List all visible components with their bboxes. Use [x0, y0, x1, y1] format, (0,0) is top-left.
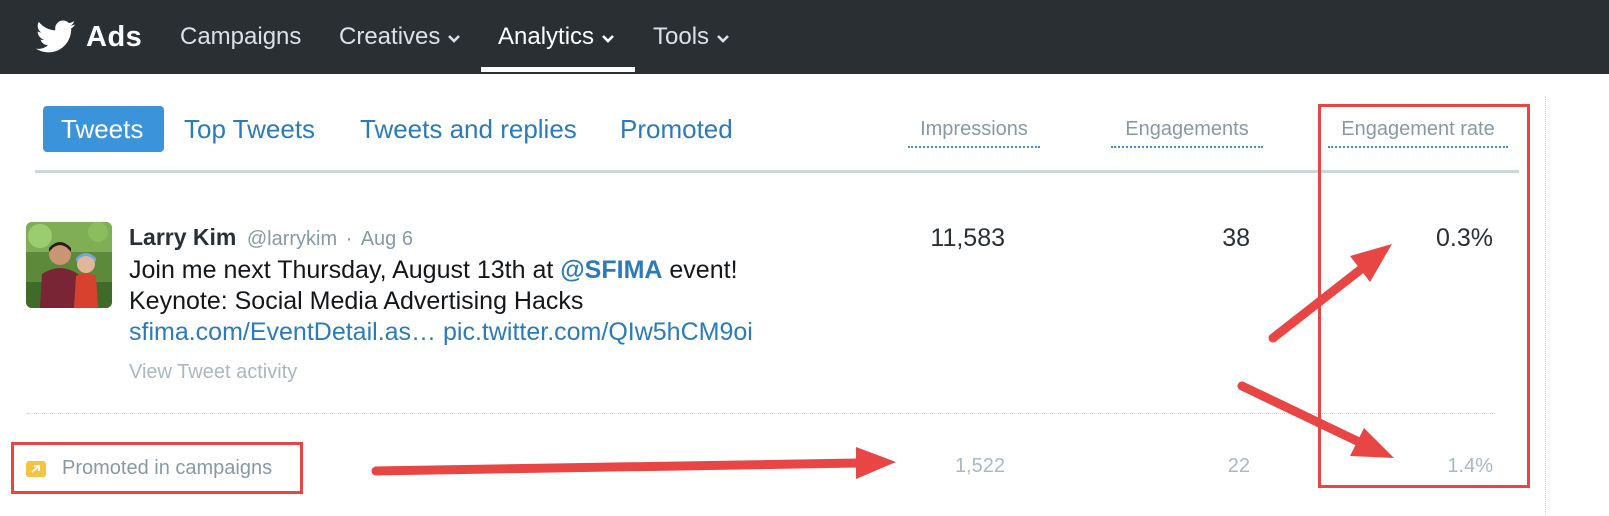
column-header-impressions[interactable]: Impressions — [908, 118, 1040, 148]
promoted-impressions-value: 1,522 — [954, 455, 1005, 477]
tab-tweets-and-replies[interactable]: Tweets and replies — [360, 106, 577, 152]
tab-promoted-label: Promoted — [620, 113, 733, 144]
tweet-engagements-value: 38 — [1222, 224, 1250, 252]
avatar-photo — [26, 222, 112, 308]
nav-analytics-label: Analytics — [498, 23, 595, 50]
pic-link[interactable]: pic.twitter.com/QIw5hCM9oi — [443, 318, 753, 346]
tab-tweets[interactable]: Tweets — [43, 106, 164, 152]
nav-tools-label: Tools — [653, 23, 710, 50]
tab-tweets-and-replies-label: Tweets and replies — [360, 113, 577, 144]
tweet-text-tail: event! — [669, 256, 738, 284]
tab-top-tweets[interactable]: Top Tweets — [184, 106, 315, 152]
nav-campaigns[interactable]: Campaigns — [180, 0, 301, 74]
header-divider — [35, 170, 1519, 173]
tweet-text-line-2: Keynote: Social Media Advertising Hacks — [129, 287, 584, 315]
twitter-bird-icon — [36, 20, 76, 53]
tweet-date[interactable]: Aug 6 — [361, 228, 413, 250]
tweet-text: Join me next Thursday, August 13th at — [129, 256, 554, 284]
ads-home-link[interactable]: Ads — [36, 16, 142, 58]
brand-label: Ads — [86, 20, 143, 53]
tweet-impressions-value: 11,583 — [930, 224, 1005, 252]
chevron-down-icon — [602, 35, 614, 43]
view-tweet-activity-link[interactable]: View Tweet activity — [129, 361, 297, 384]
nav-analytics[interactable]: Analytics — [498, 0, 615, 74]
column-header-engagements[interactable]: Engagements — [1111, 118, 1263, 148]
nav-campaigns-label: Campaigns — [180, 23, 302, 50]
active-nav-indicator — [481, 67, 635, 72]
tweet-text-line-3: sfima.com/EventDetail.as… pic.twitter.co… — [129, 318, 753, 347]
arrow-to-promoted-impressions — [371, 447, 896, 479]
tab-top-tweets-label: Top Tweets — [184, 113, 316, 144]
chevron-down-icon — [717, 35, 729, 43]
mention-link[interactable]: @SFIMA — [560, 256, 662, 284]
separator-dot: · — [345, 228, 353, 250]
top-navigation-bar: Ads Campaigns Creatives Analytics Tools — [0, 0, 1609, 74]
nav-creatives-label: Creatives — [339, 23, 441, 50]
avatar[interactable] — [26, 222, 112, 308]
nav-creatives[interactable]: Creatives — [339, 0, 461, 74]
engagement-rate-highlight-box — [1318, 104, 1530, 488]
analytics-page: Ads Campaigns Creatives Analytics Tools … — [0, 0, 1609, 516]
author-handle[interactable]: @larrykim — [247, 228, 337, 250]
promoted-engagements-value: 22 — [1227, 455, 1250, 477]
tab-tweets-label: Tweets — [61, 113, 144, 144]
tweet-header: Larry Kim @larrykim · Aug 6 — [129, 224, 413, 251]
promoted-highlight-box — [11, 442, 303, 494]
event-link[interactable]: sfima.com/EventDetail.as… — [129, 318, 436, 346]
tweet-text-line-1: Join me next Thursday, August 13th at @S… — [129, 256, 738, 285]
panel-edge — [1545, 96, 1547, 516]
tab-promoted[interactable]: Promoted — [620, 106, 733, 152]
nav-tools[interactable]: Tools — [653, 0, 730, 74]
chevron-down-icon — [448, 35, 461, 43]
author-name[interactable]: Larry Kim — [129, 224, 236, 250]
row-divider — [27, 413, 1495, 414]
